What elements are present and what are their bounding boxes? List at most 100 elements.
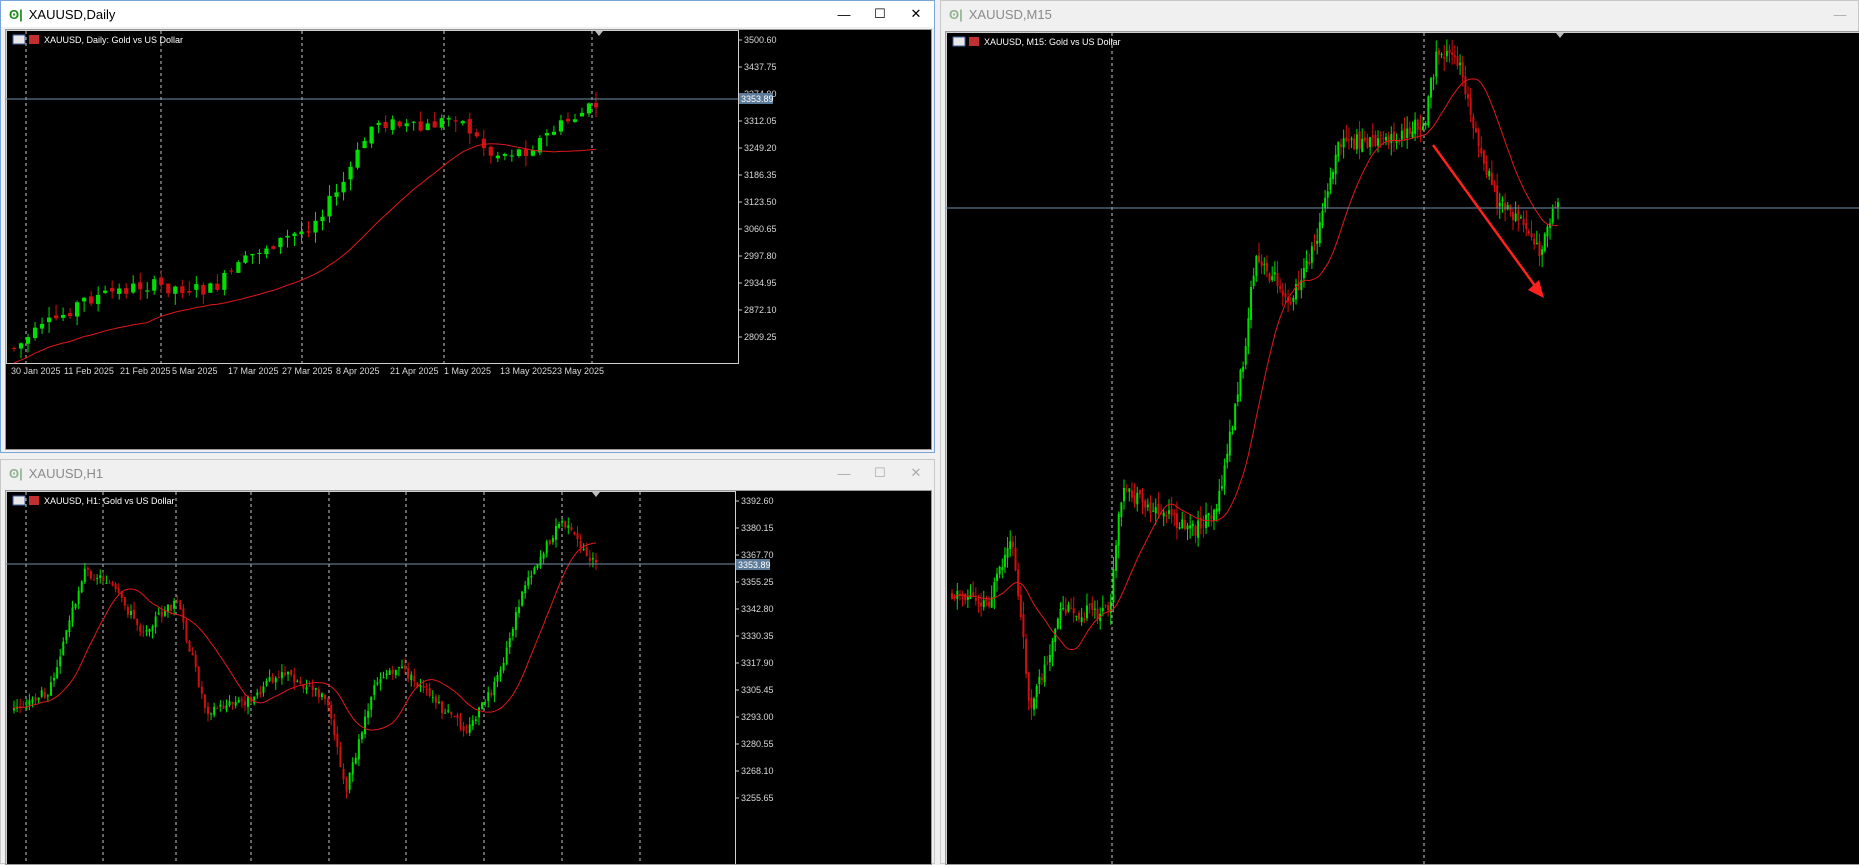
candle-body: [980, 603, 982, 607]
minimize-button[interactable]: —: [1822, 1, 1858, 27]
candle-body: [466, 732, 468, 733]
close-button[interactable]: ✕: [898, 460, 934, 486]
candle-body: [1131, 491, 1133, 498]
candle-body: [447, 118, 451, 119]
candle-body: [438, 702, 440, 703]
candle-body: [1459, 63, 1461, 65]
candle-body: [136, 619, 138, 625]
candle-body: [253, 697, 255, 704]
table-icon: [13, 35, 25, 44]
candle-body: [124, 288, 128, 294]
candle-body: [130, 611, 132, 615]
price-axis-label: 3255.65: [741, 793, 774, 803]
candlestick-icon: ʘ|: [949, 7, 963, 22]
date-axis-label: 21 Feb 2025: [120, 366, 171, 376]
window-title-bar[interactable]: ʘ| XAUUSD,H1 — ☐ ✕: [1, 460, 934, 486]
candle-body: [1369, 137, 1371, 147]
candle-body: [1282, 290, 1284, 295]
minimize-button[interactable]: —: [826, 460, 862, 486]
candle-body: [93, 579, 95, 580]
candle-body: [133, 610, 135, 619]
candle-body: [1049, 655, 1051, 662]
candle-body: [293, 675, 295, 683]
candle-body: [370, 127, 374, 144]
candle-body: [1488, 171, 1490, 176]
candle-body: [1073, 608, 1075, 613]
candle-body: [1422, 126, 1424, 130]
candle-body: [493, 682, 495, 695]
candle-body: [1470, 98, 1472, 115]
candle-body: [198, 667, 200, 687]
candle-body: [577, 533, 579, 539]
candle-body: [185, 621, 187, 641]
candle-body: [1525, 223, 1527, 229]
candle-body: [1149, 502, 1151, 513]
candle-body: [530, 576, 532, 578]
maximize-button[interactable]: ☐: [862, 1, 898, 27]
candle-body: [1544, 234, 1546, 251]
chart-window-h1[interactable]: ʘ| XAUUSD,H1 — ☐ ✕ XAUUSD, H1: Gold vs U…: [0, 459, 935, 864]
candle-body: [142, 632, 144, 633]
chart-shift-marker[interactable]: [595, 31, 603, 36]
candle-body: [1292, 298, 1294, 302]
candle-body: [594, 103, 598, 107]
flag-icon: [29, 496, 39, 505]
price-chart[interactable]: XAUUSD, H1: Gold vs US Dollar3392.603380…: [5, 490, 932, 865]
candle-body: [1404, 128, 1406, 138]
close-button[interactable]: ✕: [898, 1, 934, 27]
candle-body: [87, 568, 89, 570]
price-axis-label: 2809.25: [744, 332, 777, 342]
candle-body: [1380, 135, 1382, 136]
candle-body: [290, 670, 292, 675]
candle-body: [284, 673, 286, 675]
chart-shift-marker[interactable]: [1556, 33, 1564, 38]
candle-body: [38, 698, 40, 701]
candle-body: [1083, 619, 1085, 620]
candle-body: [988, 602, 990, 607]
candle-body: [266, 681, 268, 685]
chart-shift-marker[interactable]: [592, 492, 600, 497]
candle-body: [1451, 52, 1453, 54]
candle-body: [370, 697, 372, 710]
price-chart[interactable]: XAUUSD, Daily: Gold vs US Dollar3500.603…: [5, 29, 932, 450]
candle-body: [355, 758, 357, 764]
trend-arrow[interactable]: [1433, 145, 1538, 290]
candle-body: [59, 657, 61, 667]
minimize-button[interactable]: —: [826, 1, 862, 27]
candle-body: [1089, 604, 1091, 605]
candle-body: [208, 283, 212, 292]
candle-body: [336, 734, 338, 747]
candle-body: [33, 328, 37, 338]
candle-body: [1425, 123, 1427, 125]
candle-body: [1316, 241, 1318, 244]
candle-body: [454, 120, 458, 121]
chart-window-daily[interactable]: ʘ| XAUUSD,Daily — ☐ ✕ XAUUSD, Daily: Gol…: [0, 0, 935, 453]
window-title-bar[interactable]: ʘ| XAUUSD,M15 —: [941, 1, 1858, 27]
window-title-bar[interactable]: ʘ| XAUUSD,Daily — ☐ ✕: [1, 1, 934, 27]
candle-body: [1303, 268, 1305, 278]
price-axis-label: 3312.05: [744, 116, 777, 126]
current-price-label: 3353.89: [741, 94, 774, 104]
current-price-label: 3353.89: [738, 560, 771, 570]
window-title: XAUUSD,M15: [969, 7, 1052, 22]
candle-body: [1062, 608, 1064, 609]
price-chart[interactable]: XAUUSD, M15: Gold vs US Dollar: [945, 31, 1859, 865]
candle-body: [1345, 137, 1347, 140]
candle-body: [435, 696, 437, 703]
candle-body: [215, 284, 219, 290]
date-axis-label: 21 Apr 2025: [390, 366, 439, 376]
maximize-button[interactable]: ☐: [862, 460, 898, 486]
candle-body: [426, 123, 430, 130]
candle-body: [1136, 493, 1138, 504]
chart-window-m15[interactable]: ʘ| XAUUSD,M15 — XAUUSD, M15: Gold vs US …: [940, 0, 1859, 864]
candle-body: [1202, 525, 1204, 526]
price-axis-label: 3305.45: [741, 685, 774, 695]
candle-body: [589, 558, 591, 561]
candle-body: [1366, 138, 1368, 148]
date-axis-label: 30 Jan 2025: [11, 366, 61, 376]
candle-body: [545, 133, 549, 135]
candle-body: [194, 284, 198, 290]
candle-body: [527, 577, 529, 585]
candle-body: [1541, 249, 1543, 255]
candle-body: [167, 605, 169, 612]
